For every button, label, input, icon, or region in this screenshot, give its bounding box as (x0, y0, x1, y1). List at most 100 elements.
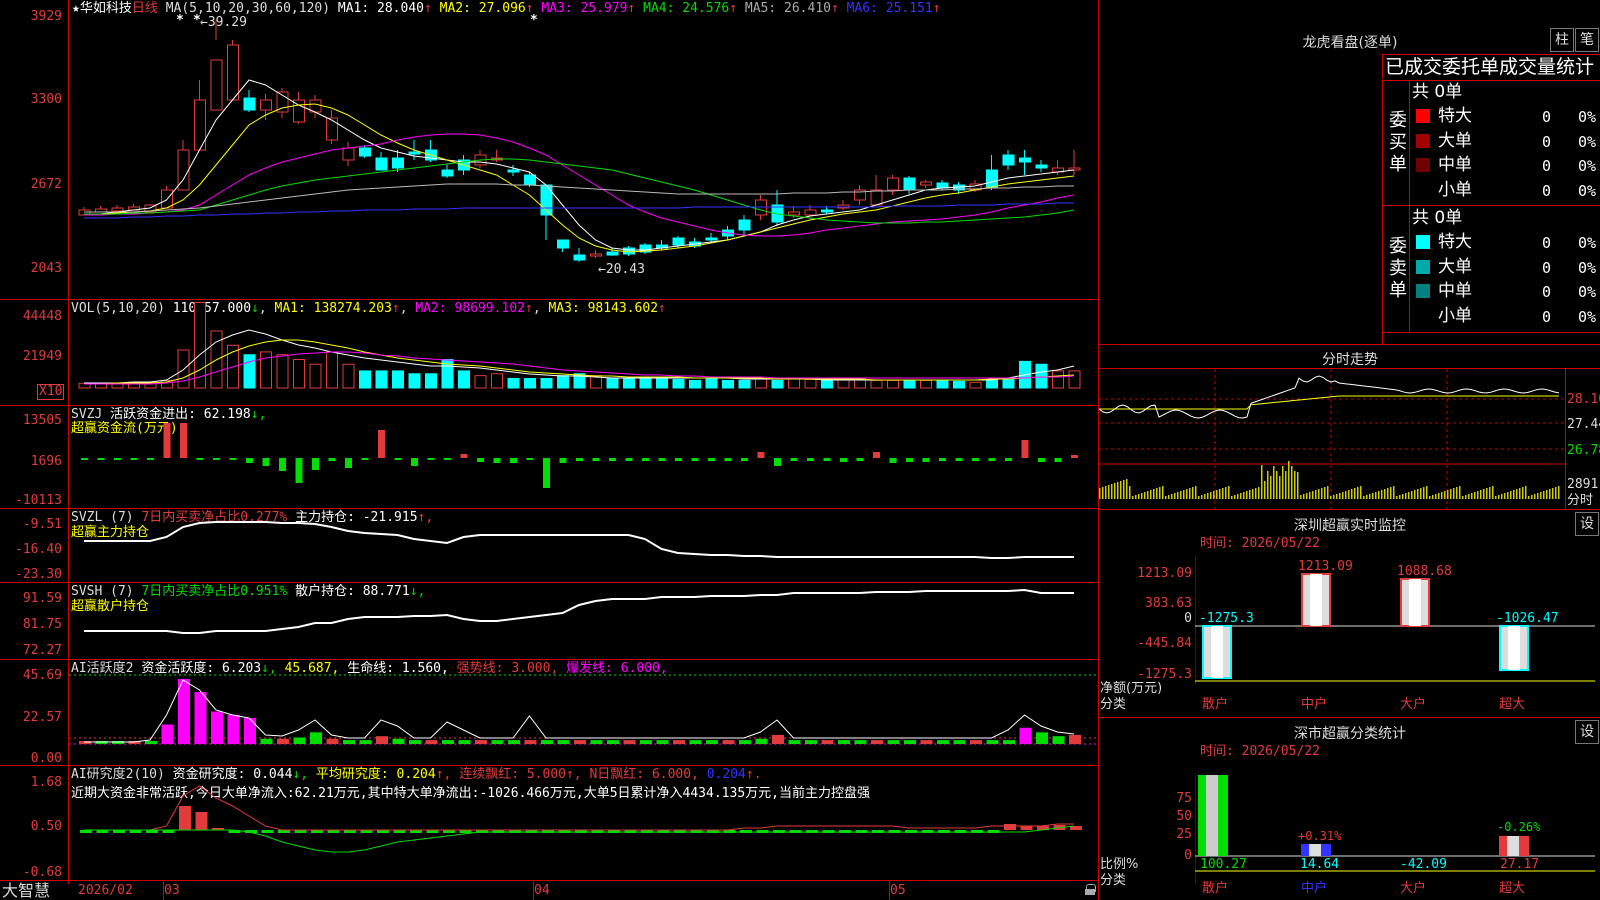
candle[interactable] (920, 181, 932, 186)
ai-active-bar[interactable] (920, 740, 933, 744)
ai-active-bar[interactable] (178, 679, 190, 744)
volume-bar[interactable] (689, 379, 701, 389)
ai-active-bar[interactable] (821, 740, 834, 744)
svzj-bar[interactable] (592, 458, 600, 461)
ai-active-bar[interactable] (904, 740, 916, 744)
volume-bar[interactable] (243, 354, 256, 389)
candle[interactable] (672, 237, 685, 246)
svzj-bar[interactable] (543, 458, 550, 488)
svzj-bar[interactable] (510, 458, 517, 463)
candle[interactable] (524, 174, 536, 186)
ai-active-bar[interactable] (805, 740, 817, 744)
candle[interactable] (887, 177, 899, 191)
ai-active-bar[interactable] (1069, 734, 1081, 744)
ai-active-bar[interactable] (541, 740, 553, 744)
candle[interactable] (111, 207, 124, 212)
candle[interactable] (326, 117, 338, 141)
svsh-chart[interactable] (69, 583, 1098, 659)
svzj-bar[interactable] (196, 458, 204, 460)
ai-active-bar[interactable] (722, 740, 735, 744)
svzj-bar[interactable] (328, 458, 336, 461)
volume-bar[interactable] (326, 351, 338, 389)
ai-active-bar[interactable] (260, 738, 273, 744)
ai-active-bar[interactable] (491, 740, 504, 744)
ai-active-bar[interactable] (854, 740, 867, 744)
candle[interactable] (375, 157, 388, 171)
ai-research-bar[interactable] (1004, 824, 1016, 830)
svzj-bar[interactable] (1005, 458, 1012, 461)
ai-active-bar[interactable] (656, 740, 669, 744)
candle[interactable] (260, 99, 272, 111)
candle[interactable] (342, 147, 355, 161)
ai-active-bar[interactable] (425, 740, 438, 744)
volume-chart[interactable] (69, 300, 1098, 405)
svzj-bar[interactable] (1071, 455, 1078, 458)
ai-active-bar[interactable] (409, 740, 421, 744)
ai-active-bar[interactable] (607, 740, 619, 744)
svzl-chart[interactable] (69, 509, 1098, 582)
volume-bar[interactable] (986, 379, 998, 389)
candle[interactable] (243, 97, 256, 111)
ai-active-bar[interactable] (1003, 740, 1015, 744)
svzj-bar[interactable] (411, 458, 418, 466)
volume-bar[interactable] (375, 370, 388, 389)
svzj-bar[interactable] (840, 458, 847, 462)
ai-active-bar[interactable] (772, 734, 784, 744)
svzj-bar[interactable] (774, 458, 781, 466)
ai-active-bar[interactable] (557, 740, 570, 744)
ai-active-bar[interactable] (524, 740, 537, 744)
volume-bar[interactable] (903, 379, 916, 389)
candle[interactable] (821, 209, 833, 213)
svzj-bar[interactable] (493, 458, 501, 463)
candle[interactable] (788, 211, 800, 216)
ai-active-bar[interactable] (359, 740, 372, 744)
volume-bar[interactable] (705, 378, 718, 389)
candle[interactable] (870, 189, 883, 206)
price-chart[interactable] (69, 0, 1098, 299)
svzj-bar[interactable] (246, 458, 253, 463)
svzj-bar[interactable] (625, 458, 633, 461)
volume-bar[interactable] (936, 379, 949, 389)
svzj-bar[interactable] (576, 458, 583, 461)
ai-research-bar[interactable] (179, 806, 191, 830)
candle[interactable] (903, 177, 916, 191)
candle[interactable] (573, 254, 586, 261)
volume-bar[interactable] (821, 379, 833, 389)
ai-active-bar[interactable] (689, 740, 702, 744)
ai-research-chart[interactable] (69, 766, 1098, 880)
volume-bar[interactable] (623, 378, 635, 389)
volume-bar[interactable] (755, 378, 767, 389)
ai-research-bar[interactable] (261, 830, 274, 833)
candle[interactable] (557, 239, 569, 249)
svzj-bar[interactable] (295, 458, 303, 483)
volume-bar[interactable] (342, 363, 355, 389)
svzj-bar[interactable] (856, 458, 864, 461)
svzj-bar[interactable] (312, 458, 319, 470)
volume-bar[interactable] (524, 378, 536, 389)
sz-monitor-settings-button[interactable]: 设 (1575, 512, 1599, 536)
ai-active-bar[interactable] (458, 740, 471, 744)
volume-bar[interactable] (293, 359, 305, 389)
svzj-bar[interactable] (114, 458, 121, 460)
svzj-bar[interactable] (708, 458, 715, 461)
volume-bar[interactable] (392, 370, 404, 389)
ai-active-bar[interactable] (838, 740, 850, 744)
svzj-bar[interactable] (972, 458, 979, 461)
ai-active-bar[interactable] (475, 740, 487, 744)
svzj-chart[interactable] (69, 406, 1098, 508)
svzj-bar[interactable] (378, 430, 385, 458)
volume-bar[interactable] (969, 381, 982, 389)
volume-bar[interactable] (639, 378, 652, 389)
ai-active-bar[interactable] (442, 740, 454, 744)
ai-active-bar[interactable] (310, 732, 322, 744)
ai-active-bar[interactable] (574, 740, 586, 744)
svzj-bar[interactable] (526, 458, 534, 460)
svzj-bar[interactable] (394, 458, 402, 460)
candle[interactable] (210, 59, 223, 111)
ai-active-bar[interactable] (755, 738, 768, 744)
svzj-bar[interactable] (609, 458, 616, 461)
volume-bar[interactable] (458, 370, 470, 389)
ai-research-bar[interactable] (1020, 826, 1033, 830)
ai-active-bar[interactable] (623, 740, 636, 744)
svzj-bar[interactable] (460, 454, 468, 458)
